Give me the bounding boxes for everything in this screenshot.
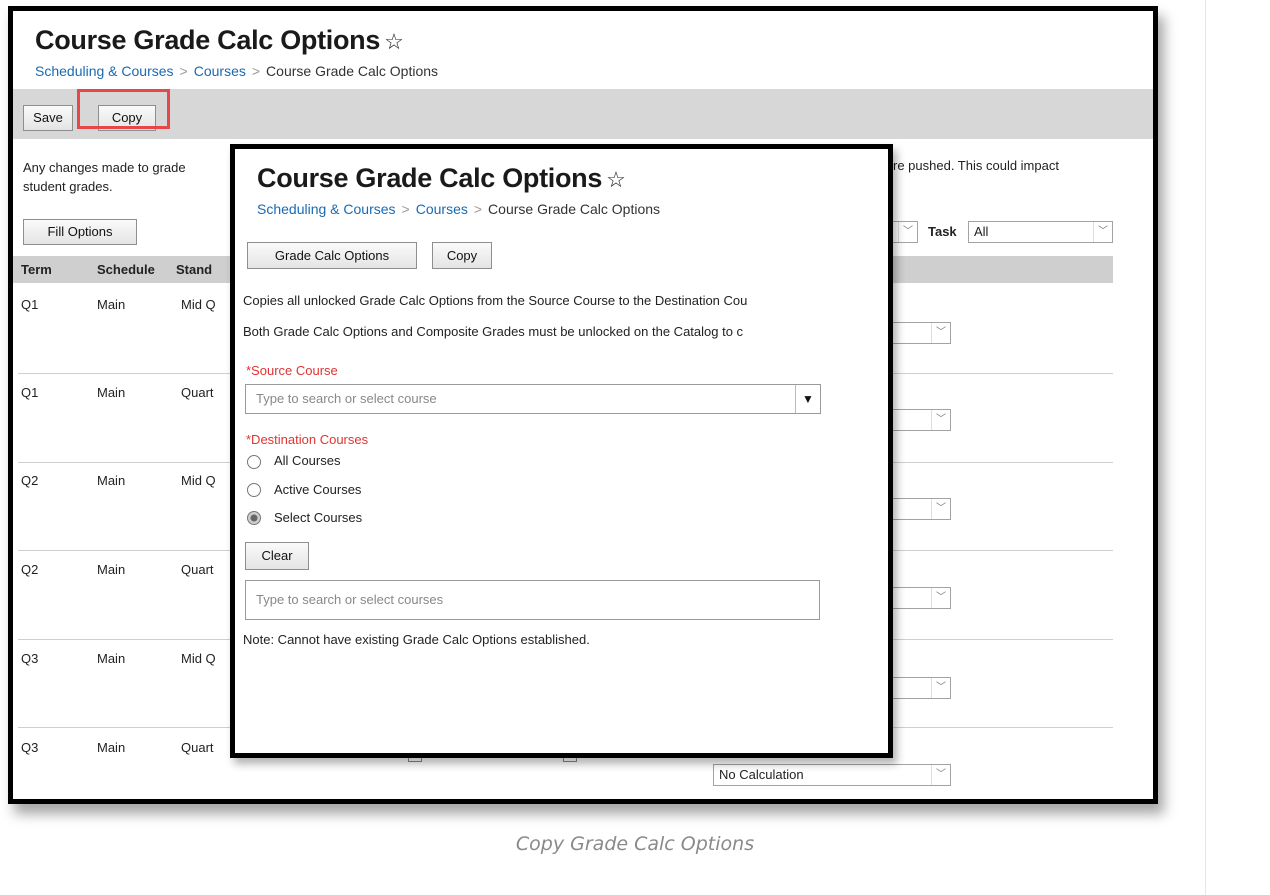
cell-standard: Mid Q <box>181 651 216 666</box>
calc-select[interactable]: ﹀ <box>891 498 951 520</box>
radio-select-courses[interactable] <box>247 511 261 525</box>
save-button[interactable]: Save <box>23 105 73 131</box>
dropdown-triangle-icon[interactable]: ▼ <box>795 385 820 413</box>
task-label: Task <box>928 224 957 239</box>
breadcrumb-courses[interactable]: Courses <box>416 201 468 217</box>
radio-select-courses-label: Select Courses <box>274 510 363 525</box>
cell-schedule: Main <box>97 297 126 312</box>
cell-schedule: Main <box>97 385 126 400</box>
cell-standard: Mid Q <box>181 473 216 488</box>
page-title: Course Grade Calc Options ☆ <box>257 163 626 193</box>
cell-term: Q1 <box>21 297 39 312</box>
favorite-star-icon[interactable]: ☆ <box>606 167 626 192</box>
breadcrumb-scheduling[interactable]: Scheduling & Courses <box>257 201 396 217</box>
chevron-down-icon: ﹀ <box>931 588 950 608</box>
breadcrumb-separator: > <box>401 201 410 217</box>
cell-term: Q1 <box>21 385 39 400</box>
chevron-down-icon: ﹀ <box>898 222 917 242</box>
calc-select[interactable]: ﹀ <box>891 677 951 699</box>
chevron-down-icon: ﹀ <box>931 678 950 698</box>
action-toolbar <box>13 89 1153 139</box>
radio-all-courses-label: All Courses <box>274 453 341 468</box>
cell-term: Q3 <box>21 740 39 755</box>
chevron-down-icon: ﹀ <box>931 410 950 430</box>
destination-courses-placeholder: Type to search or select courses <box>256 592 444 607</box>
cell-standard: Quart <box>181 740 214 755</box>
chevron-down-icon: ﹀ <box>931 323 950 343</box>
radio-active-courses-label: Active Courses <box>274 482 362 497</box>
cell-standard: Mid Q <box>181 297 216 312</box>
cell-standard: Quart <box>181 562 214 577</box>
calc-select[interactable]: ﹀ <box>891 409 951 431</box>
notice-line-right: re pushed. This could impact <box>893 158 1059 173</box>
tab-grade-calc-options[interactable]: Grade Calc Options <box>247 242 417 269</box>
copy-highlight-box <box>77 89 170 129</box>
col-standard: Stand <box>176 262 213 277</box>
tab-copy[interactable]: Copy <box>432 242 492 269</box>
cell-standard: Quart <box>181 385 214 400</box>
calc-select[interactable]: ﹀ <box>891 587 951 609</box>
unlock-requirement: Both Grade Calc Options and Composite Gr… <box>243 324 744 339</box>
breadcrumb-current: Course Grade Calc Options <box>266 63 439 79</box>
breadcrumb: Scheduling & Courses > Courses > Course Grad… <box>257 201 660 217</box>
source-course-label: *Source Course <box>246 363 338 378</box>
chevron-down-icon: ﹀ <box>931 765 950 785</box>
cell-schedule: Main <box>97 740 126 755</box>
cell-term: Q2 <box>21 562 39 577</box>
chevron-down-icon: ﹀ <box>931 499 950 519</box>
figure-caption: Copy Grade Calc Options <box>515 833 755 855</box>
page-title: Course Grade Calc Options ☆ <box>35 25 404 55</box>
destination-courses-label: *Destination Courses <box>246 432 369 447</box>
breadcrumb-current: Course Grade Calc Options <box>488 201 661 217</box>
source-course-input[interactable]: Type to search or select course ▼ <box>245 384 821 414</box>
chevron-down-icon: ﹀ <box>1093 222 1112 242</box>
calc-select[interactable]: No Calculation ﹀ <box>713 764 951 786</box>
note-text: Note: Cannot have existing Grade Calc Op… <box>243 632 590 647</box>
cell-schedule: Main <box>97 651 126 666</box>
breadcrumb: Scheduling & Courses > Courses > Course Grad… <box>35 63 438 79</box>
cell-term: Q2 <box>21 473 39 488</box>
clear-button[interactable]: Clear <box>245 542 309 570</box>
task-select[interactable]: All ﹀ <box>968 221 1113 243</box>
copy-description: Copies all unlocked Grade Calc Options f… <box>243 293 748 308</box>
breadcrumb-separator: > <box>179 63 188 79</box>
calc-select-value: No Calculation <box>719 767 804 782</box>
calc-select[interactable]: ﹀ <box>891 322 951 344</box>
page-divider <box>1205 0 1206 895</box>
copy-tool-screenshot: Course Grade Calc Options ☆ Scheduling & … <box>230 144 893 758</box>
col-schedule: Schedule <box>97 262 155 277</box>
radio-all-courses[interactable] <box>247 455 261 469</box>
task-select-value: All <box>974 224 989 239</box>
cell-schedule: Main <box>97 473 126 488</box>
breadcrumb-separator: > <box>473 201 483 217</box>
col-term: Term <box>21 262 52 277</box>
fill-options-button[interactable]: Fill Options <box>23 219 137 245</box>
breadcrumb-courses[interactable]: Courses <box>194 63 246 79</box>
favorite-star-icon[interactable]: ☆ <box>384 29 404 54</box>
cell-term: Q3 <box>21 651 39 666</box>
source-course-placeholder: Type to search or select course <box>256 391 437 406</box>
radio-active-courses[interactable] <box>247 483 261 497</box>
destination-courses-input[interactable]: Type to search or select courses <box>245 580 820 620</box>
cell-schedule: Main <box>97 562 126 577</box>
breadcrumb-scheduling[interactable]: Scheduling & Courses <box>35 63 174 79</box>
breadcrumb-separator: > <box>251 63 261 79</box>
